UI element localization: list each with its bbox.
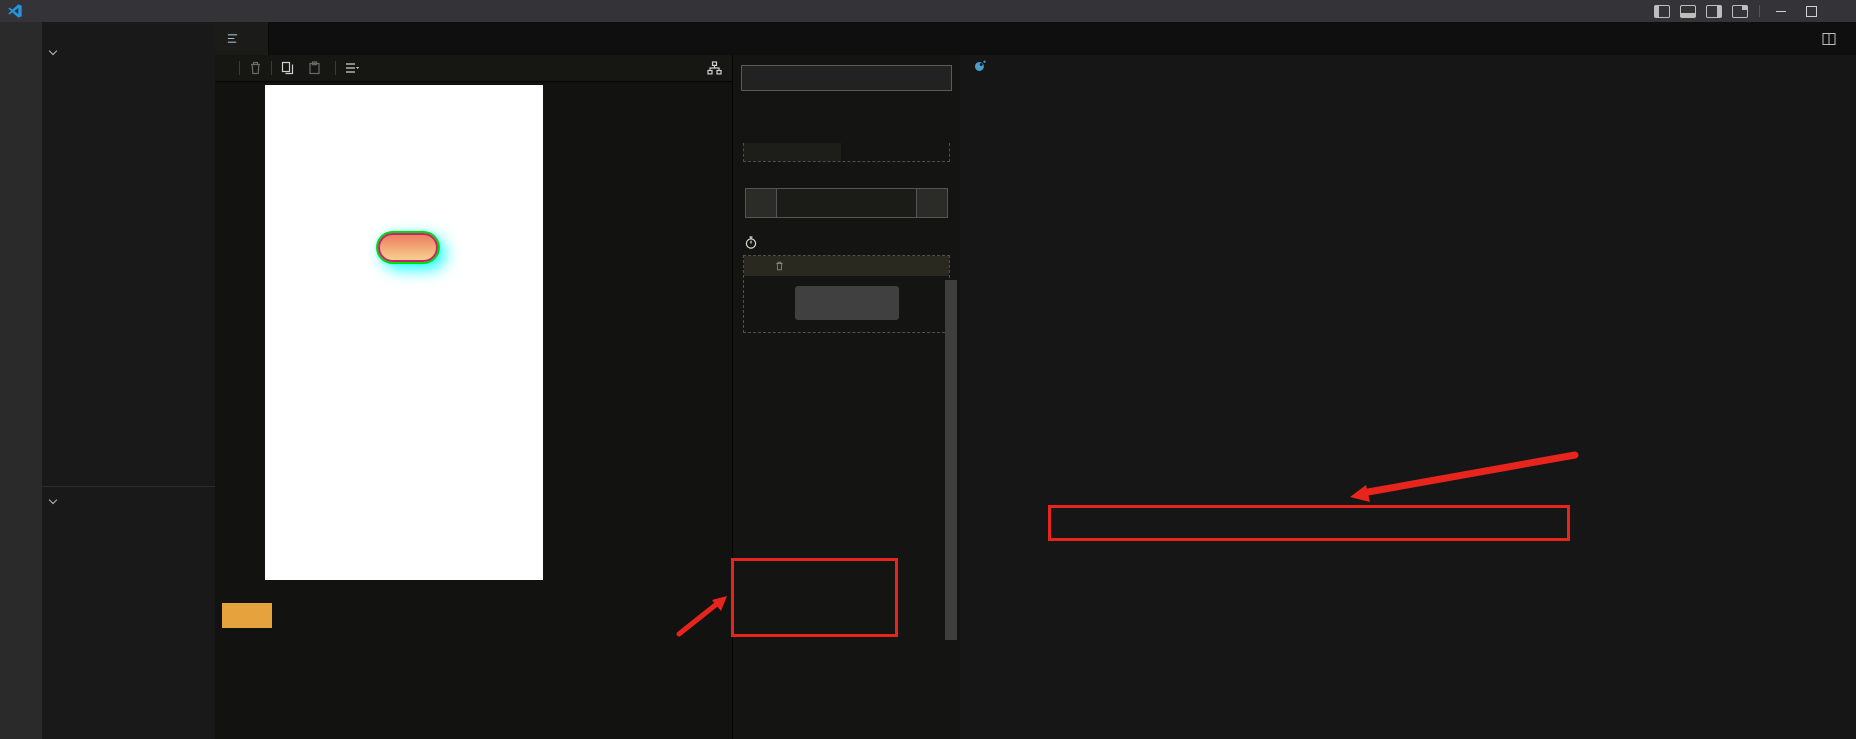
radius-increase-button[interactable] — [916, 188, 948, 218]
transition-group — [733, 236, 960, 333]
split-editor-icon[interactable] — [1822, 32, 1836, 46]
maximize-button[interactable] — [1796, 0, 1826, 22]
radius-stepper — [745, 188, 948, 218]
transition-box — [743, 255, 950, 333]
designer-toolbar — [215, 55, 733, 82]
scrolled-partial-row — [743, 143, 950, 162]
sidebar-section-active-project[interactable] — [42, 489, 215, 511]
copy-button[interactable] — [281, 61, 299, 75]
design-canvas[interactable] — [265, 85, 543, 580]
list-icon — [346, 63, 359, 73]
component-properties-panel — [732, 55, 960, 739]
divider — [335, 61, 336, 75]
customize-layout-icon[interactable] — [1732, 4, 1748, 18]
lvgl-button-preview[interactable] — [378, 233, 438, 262]
trash-icon — [776, 261, 783, 271]
properties-scrollbar[interactable] — [945, 280, 957, 640]
transition-group-title — [745, 236, 948, 249]
properties-tabs — [733, 108, 960, 133]
code-area[interactable] — [960, 77, 1856, 739]
designer-tab-bar — [215, 22, 960, 55]
transition-edit-button[interactable] — [794, 286, 899, 320]
clear-action[interactable] — [775, 261, 787, 271]
transition-toolbar — [744, 256, 949, 276]
copy-icon — [281, 61, 294, 75]
radius-group — [733, 182, 960, 218]
minimize-button[interactable] — [1766, 0, 1796, 22]
selected-component-box[interactable] — [741, 65, 952, 91]
close-button[interactable] — [1826, 0, 1856, 22]
radius-value[interactable] — [777, 188, 916, 218]
trash-icon — [251, 61, 260, 75]
window-controls — [1649, 0, 1856, 22]
divider — [239, 61, 240, 75]
title-bar — [0, 0, 1856, 22]
chevron-down-icon — [48, 495, 58, 504]
toggle-secondary-sidebar-icon[interactable] — [1706, 4, 1722, 18]
component-list-button[interactable] — [345, 62, 359, 74]
activity-bar — [0, 22, 42, 739]
vscode-logo-icon — [8, 4, 22, 18]
stopwatch-icon — [746, 236, 757, 249]
code-editor-group — [960, 22, 1856, 739]
divider — [1759, 5, 1760, 17]
paste-icon — [309, 61, 320, 75]
vscode-window — [0, 0, 1856, 739]
screen-tab-screena[interactable] — [222, 603, 272, 628]
sidebar-section-user-project[interactable] — [42, 40, 215, 62]
paste-button[interactable] — [308, 61, 326, 75]
delete-component-button[interactable] — [249, 61, 262, 75]
editor-actions — [1822, 22, 1846, 55]
breadcrumb[interactable] — [960, 55, 1856, 77]
designer-editor-group — [215, 22, 960, 739]
active-project-section — [42, 486, 215, 511]
sidebar — [42, 22, 216, 739]
editor-tab-bar — [960, 22, 1856, 55]
designer-tab-icon — [227, 34, 238, 43]
tab-ui-designer[interactable] — [215, 22, 269, 55]
toggle-sidebar-icon[interactable] — [1654, 4, 1670, 18]
divider — [271, 61, 272, 75]
sitemap-icon — [707, 61, 722, 75]
radius-decrease-button[interactable] — [745, 188, 778, 218]
component-tree-button[interactable] — [707, 61, 722, 75]
chevron-down-icon — [48, 46, 58, 55]
toggle-panel-icon[interactable] — [1680, 4, 1696, 18]
ui-designer-canvas-panel — [215, 55, 733, 739]
lua-file-icon — [974, 60, 986, 71]
